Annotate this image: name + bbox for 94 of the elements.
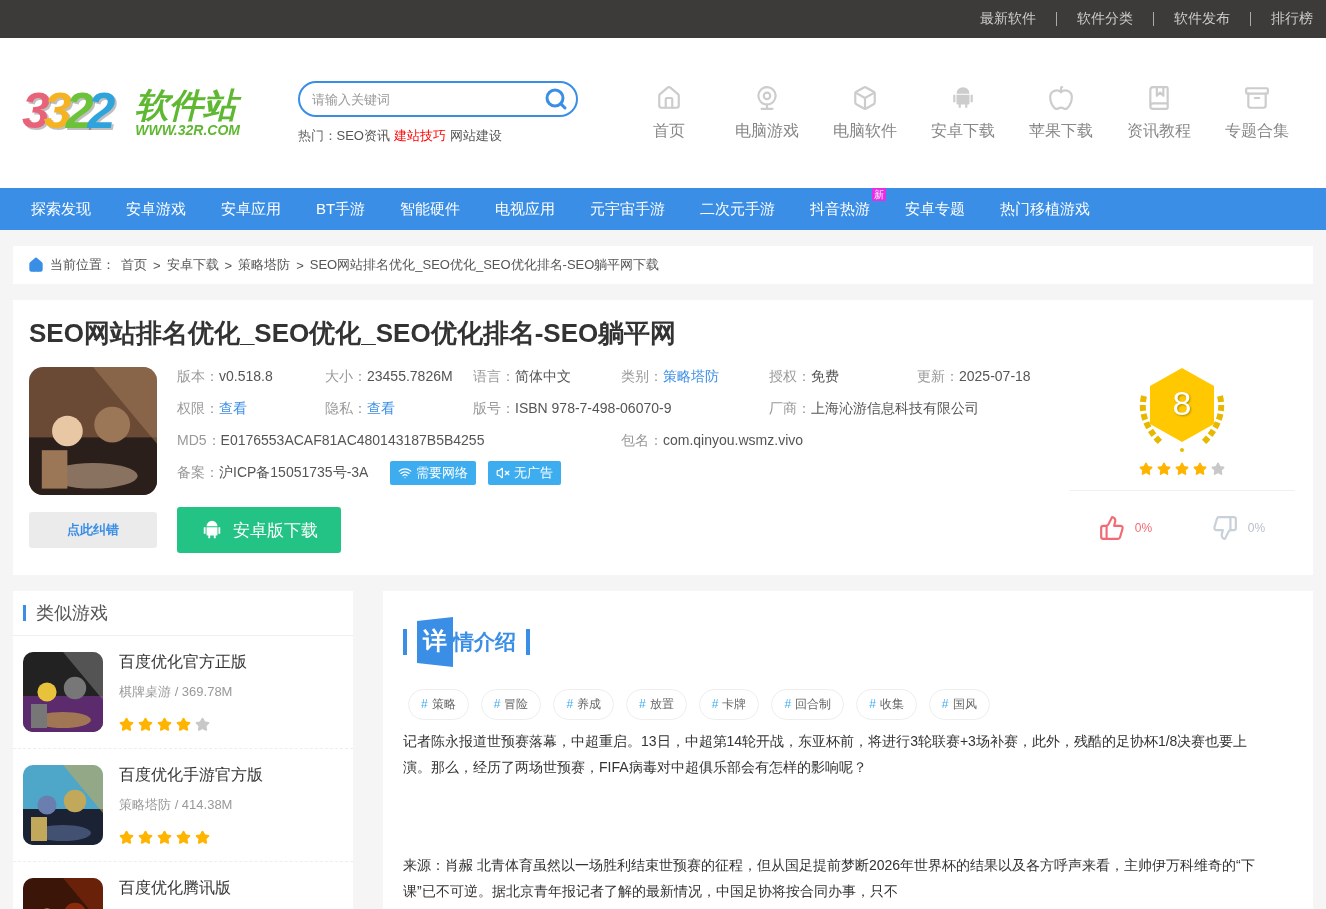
star-icon (138, 717, 153, 732)
game-name[interactable]: 百度优化腾讯版 (119, 878, 231, 899)
box-icon (852, 84, 878, 111)
game-name[interactable]: 百度优化手游官方版 (119, 765, 263, 786)
nav-icon-link[interactable]: 首页 (620, 84, 718, 142)
info-field: 授权：免费 (769, 368, 917, 386)
breadcrumb-separator: > (296, 257, 304, 273)
nav-item[interactable]: 安卓应用 (221, 199, 281, 219)
section-title: 类似游戏 (36, 602, 108, 625)
top-link[interactable]: 最新软件 (980, 10, 1036, 28)
info-field: 大小：23455.7826M (325, 368, 473, 386)
nav-item[interactable]: 二次元手游 (700, 199, 776, 219)
nav-item[interactable]: 探索发现 (31, 199, 91, 219)
hot-link[interactable]: 网站建设 (450, 127, 502, 145)
info-field[interactable]: 权限：查看 (177, 400, 325, 418)
star-icon (157, 830, 172, 845)
info-field: 包名：com.qinyou.wsmz.vivo (621, 432, 917, 450)
logo-url: WWW.32R.COM (135, 122, 240, 138)
star-icon (138, 830, 153, 845)
star-icon (1157, 462, 1171, 476)
star-icon (157, 717, 172, 732)
top-link[interactable]: 软件分类 (1077, 10, 1133, 28)
nav-item[interactable]: 元宇宙手游 (590, 199, 666, 219)
nav-item[interactable]: 智能硬件 (400, 199, 461, 219)
feature-tag: 需要网络 (390, 461, 477, 485)
archive-icon (1244, 84, 1270, 111)
report-button[interactable]: 点此纠错 (29, 512, 157, 548)
star-icon (1139, 462, 1153, 476)
breadcrumb-separator: > (224, 257, 233, 273)
nav-item[interactable]: 电视应用 (495, 199, 556, 219)
home-icon (28, 257, 44, 273)
nav-icon-link[interactable]: 电脑游戏 (718, 84, 816, 142)
breadcrumb-link[interactable]: 安卓下载 (166, 256, 219, 274)
article-paragraph: 记者陈永报道世预赛落幕，中超重启。13日，中超第14轮开战，东亚杯前，将进行3轮联赛+3场补赛，此外，残酷的足协杯1/8决赛也要上演。那么，经历了两场世预赛，FIFA病毒对中超俱乐部会有怎样的影响呢？ (403, 732, 1249, 777)
breadcrumb-link[interactable]: 首页 (121, 256, 147, 274)
info-field: 备案：沪ICP备15051735号-3A (177, 464, 369, 482)
game-meta: 棋牌桌游 / 369.78M (119, 683, 234, 701)
nav-icon-link[interactable]: 专题合集 (1208, 84, 1306, 142)
nav-icon-link[interactable]: 苹果下载 (1012, 84, 1110, 142)
info-field: 语言：简体中文 (473, 368, 621, 386)
info-field[interactable]: 隐私：查看 (325, 400, 473, 418)
logo-digits[interactable]: 3322 (20, 79, 120, 147)
nav-item[interactable]: 热门移植游戏 (1000, 199, 1091, 219)
star-icon (1211, 462, 1225, 476)
breadcrumb-separator: > (153, 257, 161, 273)
star-icon (176, 717, 191, 732)
webcam-icon (754, 84, 780, 111)
breadcrumb-label: 当前位置： (50, 256, 115, 274)
star-icon (1193, 462, 1207, 476)
star-icon (1175, 462, 1189, 476)
nav-icon-link[interactable]: 安卓下载 (914, 84, 1012, 142)
top-link[interactable]: 软件发布 (1174, 10, 1230, 28)
hot-link[interactable]: 建站技巧 (394, 127, 446, 145)
info-field: 版本：v0.518.8 (177, 368, 325, 386)
search-field[interactable]: 请输入关键词 (297, 81, 578, 117)
nav-item[interactable]: 安卓游戏 (126, 199, 186, 219)
section-title: 详 情介绍 (417, 617, 516, 667)
game-name[interactable]: 百度优化官方正版 (119, 652, 247, 673)
game-meta: 策略塔防 / 414.38M (119, 796, 234, 814)
star-icon (195, 717, 210, 732)
search-icon[interactable] (543, 87, 568, 111)
mute-icon (496, 466, 511, 480)
home-icon (656, 84, 682, 111)
star-icon (119, 717, 134, 732)
info-field: MD5：E0176553ACAF81AC480143187B5B4255 (177, 432, 621, 450)
nav-item[interactable]: 安卓专题 (905, 199, 966, 219)
info-field[interactable]: 类别：策略塔防 (621, 368, 769, 386)
nav-item[interactable]: BT手游 (316, 199, 366, 219)
apple-icon (1048, 84, 1074, 111)
app-title: SEO网站排名优化_SEO优化_SEO优化排名-SEO躺平网 (29, 317, 678, 350)
thumbs-up-icon[interactable] (1098, 515, 1125, 541)
hot-link[interactable]: SEO资讯 (336, 127, 390, 145)
logo-name[interactable]: 软件站 (135, 88, 240, 122)
android-icon (950, 84, 976, 111)
dislike-percent: 0% (1247, 521, 1266, 535)
star-icon (176, 830, 191, 845)
star-icon (195, 830, 210, 845)
book-icon (1146, 84, 1172, 111)
star-icon (119, 830, 134, 845)
article-paragraph: 来源：肖赧 北青体育虽然以一场胜利结束世预赛的征程，但从国足提前梦断2026年世界杯的结果以及各方呼声来看，主帅伊万科维奇的“下课”已不可逆。据北京青年报记者了解的最新情况，中国足协将按合同办事，只不 (403, 856, 1256, 901)
info-field: 更新：2025-07-18 (917, 368, 1065, 386)
nav-icon-link[interactable]: 电脑软件 (816, 84, 914, 142)
wifi-icon (398, 466, 413, 480)
feature-tag: 无广告 (488, 461, 562, 485)
download-button[interactable]: 安卓版下载 (177, 507, 341, 553)
hot-label: 热门： (297, 127, 337, 145)
like-percent: 0% (1134, 521, 1153, 535)
info-field: 版号：ISBN 978-7-498-06070-9 (473, 400, 769, 418)
nav-icon-link[interactable]: 资讯教程 (1110, 84, 1208, 142)
breadcrumb-link[interactable]: SEO网站排名优化_SEO优化_SEO优化排名-SEO躺平网下载 (309, 256, 660, 274)
thumbs-down-icon[interactable] (1211, 515, 1238, 541)
breadcrumb-link[interactable]: 策略塔防 (238, 256, 291, 274)
top-link[interactable]: 排行榜 (1271, 10, 1313, 28)
info-field: 厂商：上海沁游信息科技有限公司 (769, 400, 1065, 418)
